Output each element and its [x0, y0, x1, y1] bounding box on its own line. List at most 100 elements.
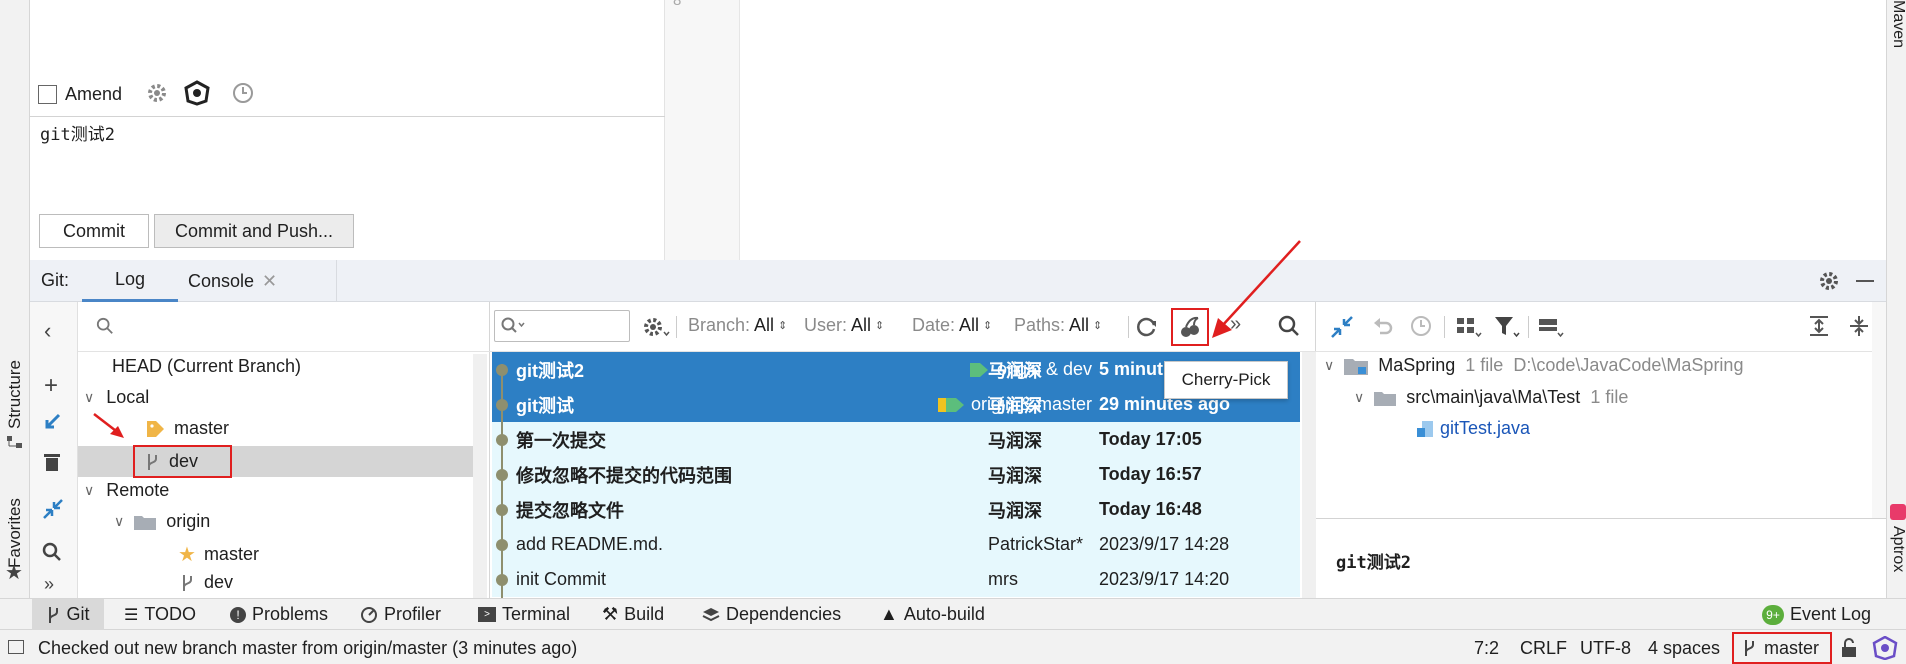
- tree-item-origin-master[interactable]: ★ master: [178, 542, 259, 567]
- revert-icon[interactable]: [1372, 315, 1394, 337]
- eventlog-tool-button[interactable]: 9+ Event Log: [1762, 599, 1871, 630]
- tree-item-project[interactable]: ∨ MaSpring 1 file D:\code\JavaCode\MaSpr…: [1324, 355, 1743, 376]
- more-icon[interactable]: »: [44, 574, 54, 595]
- history-icon[interactable]: [1410, 315, 1432, 337]
- current-branch-widget[interactable]: master: [1732, 632, 1832, 664]
- tree-item-remote[interactable]: ∨ Remote: [84, 480, 169, 501]
- update-icon[interactable]: [42, 412, 62, 432]
- group-by-icon[interactable]: [1456, 316, 1482, 338]
- branch-filter[interactable]: Branch: All ⇕: [688, 315, 787, 336]
- branch-search-input[interactable]: [78, 302, 490, 352]
- gear-icon[interactable]: [1818, 270, 1840, 292]
- table-row[interactable]: init Commit mrs 2023/9/17 14:20: [492, 562, 1300, 597]
- aptrox-tool-tab[interactable]: Aptrox: [1887, 526, 1906, 586]
- amend-checkbox-group[interactable]: Amend: [38, 84, 122, 105]
- tab-log[interactable]: Log: [82, 260, 178, 302]
- expand-all-icon[interactable]: [1808, 315, 1830, 337]
- close-icon[interactable]: ✕: [262, 271, 277, 292]
- structure-tool-tab[interactable]: Structure: [2, 345, 28, 445]
- search-icon[interactable]: [42, 542, 62, 562]
- divider: [1128, 316, 1129, 338]
- indent-setting[interactable]: 4 spaces: [1648, 638, 1720, 659]
- commit-author: 马润深: [988, 395, 1042, 416]
- tree-item-local-dev[interactable]: dev: [133, 445, 232, 478]
- status-bar: Checked out new branch master from origi…: [0, 630, 1906, 664]
- commit-panel: Amend git测试2 Commit Commit and Push...: [30, 0, 665, 260]
- profiler-tool-button[interactable]: Profiler: [360, 599, 441, 630]
- local-label: Local: [106, 387, 150, 407]
- autobuild-tool-button[interactable]: ▲ Auto-build: [880, 599, 985, 630]
- gear-icon[interactable]: [146, 82, 168, 104]
- cherry-pick-tooltip: Cherry-Pick: [1164, 361, 1288, 399]
- log-search-input[interactable]: [494, 310, 630, 342]
- maven-tool-tab[interactable]: Maven: [1887, 0, 1906, 60]
- compare-icon[interactable]: [1330, 315, 1354, 339]
- commit-message-input[interactable]: git测试2: [40, 120, 115, 145]
- tree-item-head[interactable]: HEAD (Current Branch): [112, 356, 301, 377]
- history-icon[interactable]: [232, 82, 254, 104]
- line-separator[interactable]: CRLF: [1520, 638, 1567, 659]
- file-encoding[interactable]: UTF-8: [1580, 638, 1631, 659]
- table-row[interactable]: 第一次提交 马润深 Today 17:05: [492, 422, 1300, 457]
- project-name: MaSpring: [1378, 355, 1456, 375]
- table-row[interactable]: add README.md. PatrickStar* 2023/9/17 14…: [492, 527, 1300, 562]
- cherry-pick-button[interactable]: [1171, 308, 1209, 346]
- commit-button[interactable]: Commit: [39, 214, 149, 248]
- tree-item-file[interactable]: gitTest.java: [1416, 418, 1530, 439]
- filter-icon[interactable]: [1494, 315, 1520, 339]
- profiler-tool-label: Profiler: [384, 604, 442, 624]
- commit-date: Today 16:57: [1099, 464, 1202, 484]
- chevron-down-icon[interactable]: ∨: [84, 389, 94, 406]
- chevron-down-icon[interactable]: ∨: [114, 513, 124, 530]
- lock-icon[interactable]: [1840, 638, 1858, 658]
- minimize-icon[interactable]: [1856, 280, 1874, 282]
- refresh-icon[interactable]: [1134, 315, 1158, 339]
- paths-filter[interactable]: Paths: All ⇕: [1014, 315, 1102, 336]
- collapse-all-icon[interactable]: [1848, 315, 1870, 337]
- git-tool-button[interactable]: Git: [32, 599, 104, 630]
- tree-item-origin-dev[interactable]: dev: [180, 572, 233, 593]
- chevron-down-icon[interactable]: ∨: [84, 482, 94, 499]
- tooltip-label: Cherry-Pick: [1181, 370, 1271, 389]
- table-row[interactable]: 修改忽略不提交的代码范围 马润深 Today 16:57: [492, 457, 1300, 492]
- tab-log-label: Log: [114, 269, 146, 289]
- tree-item-folder[interactable]: ∨ src\main\java\Ma\Test 1 file: [1354, 387, 1628, 408]
- tree-item-local-master[interactable]: master: [146, 418, 229, 439]
- plus-icon[interactable]: +: [44, 372, 58, 400]
- terminal-tool-button[interactable]: > Terminal: [478, 599, 570, 630]
- tree-item-origin[interactable]: ∨ origin: [114, 511, 210, 532]
- chevron-down-icon[interactable]: ∨: [1324, 357, 1334, 374]
- editor-area[interactable]: [740, 0, 1886, 260]
- dependencies-tool-button[interactable]: Dependencies: [702, 599, 841, 630]
- user-filter-value: All: [851, 315, 872, 335]
- compare-icon[interactable]: [42, 498, 64, 520]
- trash-icon[interactable]: [43, 452, 61, 472]
- amend-label: Amend: [65, 84, 123, 104]
- commit-log-panel: Branch: All ⇕ User: All ⇕ Date: All ⇕ Pa…: [490, 302, 1316, 598]
- cursor-position[interactable]: 7:2: [1474, 638, 1499, 659]
- layout-icon[interactable]: [1538, 316, 1564, 338]
- chevron-down-icon[interactable]: ∨: [1354, 389, 1364, 406]
- folder-meta: 1 file: [1590, 387, 1629, 407]
- build-tool-button[interactable]: ⚒ Build: [602, 599, 664, 630]
- window-icon[interactable]: [8, 640, 24, 654]
- todo-tool-button[interactable]: ☰ TODO: [124, 599, 196, 630]
- problems-tool-button[interactable]: ! Problems: [230, 599, 328, 630]
- user-filter[interactable]: User: All ⇕: [804, 315, 884, 336]
- scrollbar[interactable]: [1302, 352, 1316, 598]
- scrollbar[interactable]: [1872, 302, 1886, 518]
- amend-checkbox[interactable]: [38, 85, 57, 104]
- tree-item-local[interactable]: ∨ Local: [84, 387, 149, 408]
- plugin-icon[interactable]: [184, 80, 210, 106]
- status-message[interactable]: Checked out new branch master from origi…: [38, 638, 577, 659]
- table-row[interactable]: 提交忽略文件 马润深 Today 16:48: [492, 492, 1300, 527]
- chevron-left-icon[interactable]: ‹: [44, 318, 51, 344]
- scrollbar[interactable]: [473, 354, 487, 598]
- date-filter[interactable]: Date: All ⇕: [912, 315, 992, 336]
- updown-icon: ⇕: [1093, 320, 1103, 332]
- editor-gutter: 8: [665, 0, 740, 260]
- tab-console[interactable]: Console ✕: [188, 260, 277, 302]
- gear-icon[interactable]: [642, 315, 670, 339]
- plugin-icon[interactable]: [1872, 636, 1898, 660]
- commit-and-push-button[interactable]: Commit and Push...: [154, 214, 354, 248]
